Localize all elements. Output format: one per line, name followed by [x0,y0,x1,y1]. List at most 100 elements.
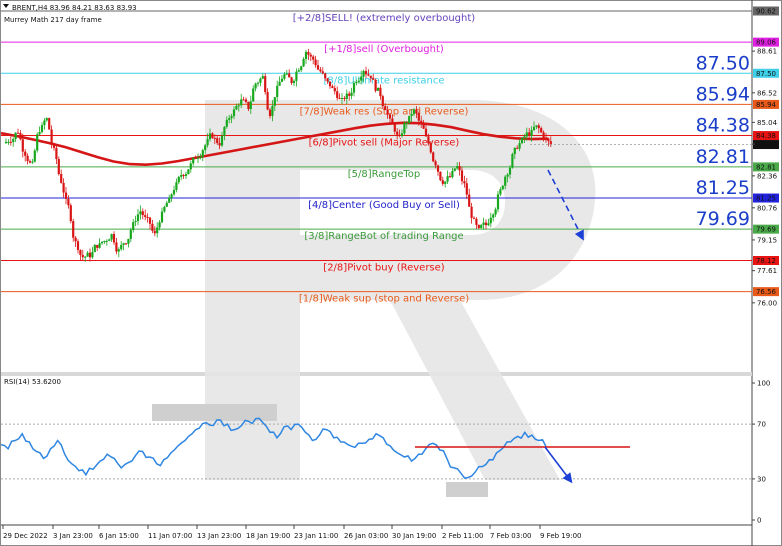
candle-up [189,163,192,170]
murrey-level-label: [+1/8]sell (Overbought) [324,44,444,55]
candle-up [192,157,195,164]
candle-up [43,120,46,126]
candle-up [523,136,526,139]
candle-down [369,75,372,78]
candle-down [398,134,401,136]
candle-down [537,125,540,129]
candle-up [225,119,228,127]
candle-down [336,91,339,98]
candle-up [206,139,209,146]
candle-down [153,230,156,234]
candle-down [141,211,144,216]
candle-up [14,132,17,140]
candle-up [45,118,48,121]
candle-up [410,114,413,116]
candle-up [355,82,358,84]
candle-up [280,78,284,82]
candle-up [254,83,257,89]
candle-up [494,209,497,215]
candle-up [444,181,447,184]
candle-down [379,87,382,97]
candle-down [64,192,68,199]
candle-up [276,85,279,98]
candle-down [326,78,329,82]
candle-up [180,174,183,177]
candle-up [285,73,288,75]
candle-up [31,161,34,163]
candle-up [163,206,166,212]
candle-down [388,114,392,119]
price-tick-label: 86.52 [757,89,777,97]
candle-up [525,132,528,137]
candle-up [480,224,483,229]
candle-up [532,126,536,131]
candle-up [199,156,202,158]
candle-down [312,56,315,60]
candle-up [134,221,137,223]
price-tag-text: 76.56 [756,288,777,296]
candle-down [477,224,480,229]
candle-down [9,141,12,143]
candle-up [492,214,495,218]
candle-down [381,96,384,107]
price-tick-label: 85.04 [757,119,778,127]
candle-down [55,147,58,160]
candle-up [304,51,308,60]
candle-down [468,194,471,207]
candle-down [470,206,473,218]
candle-down [516,147,519,149]
candle-down [213,138,216,140]
candle-up [170,194,173,198]
candle-down [540,128,543,133]
candle-down [290,77,293,84]
candle-down [427,136,430,144]
candle-up [271,105,274,117]
candle-down [393,124,396,132]
candle-up [120,244,123,250]
candle-down [343,97,346,99]
candle-down [434,161,437,166]
candle-up [352,83,356,93]
candle-up [446,176,449,182]
time-tick-label: 13 Jan 23:00 [197,532,241,540]
big-level-label: 82.81 [696,146,750,168]
candle-down [216,138,219,144]
candle-down [328,81,332,87]
candle-up [376,87,380,91]
candle-down [124,243,128,245]
candle-down [465,183,468,195]
candle-up [235,105,238,110]
candle-up [36,134,39,151]
candle-up [273,97,276,106]
candle-up [4,141,8,144]
candle-down [338,97,341,99]
candle-up [357,80,360,83]
candle-up [117,249,120,252]
candle-down [391,118,394,125]
candle-up [187,169,190,175]
price-tick-label: 80.76 [757,204,778,212]
price-tick-label: 88.61 [757,48,777,56]
candle-down [148,217,152,224]
candle-down [79,249,82,255]
symbol-line: BRENT,H4 83.96 84.21 83.63 83.93 [12,4,137,12]
candle-up [302,59,305,67]
candle-down [542,132,545,138]
price-tag-text: 84.38 [756,132,776,140]
candle-down [88,252,92,258]
candle-down [96,245,99,248]
candle-down [218,143,221,146]
candle-up [204,145,207,151]
candle-up [350,92,353,96]
candle-down [74,237,77,242]
murrey-level-label: [2/8]Pivot buy (Reverse) [323,263,445,274]
candle-up [110,234,113,240]
candle-up [196,157,200,159]
time-tick-label: 11 Jan 07:00 [148,532,192,540]
candle-down [417,113,420,121]
candle-down [367,74,370,76]
candle-down [415,109,418,114]
candle-down [475,218,478,225]
candle-down [309,54,312,57]
candle-up [105,240,108,242]
